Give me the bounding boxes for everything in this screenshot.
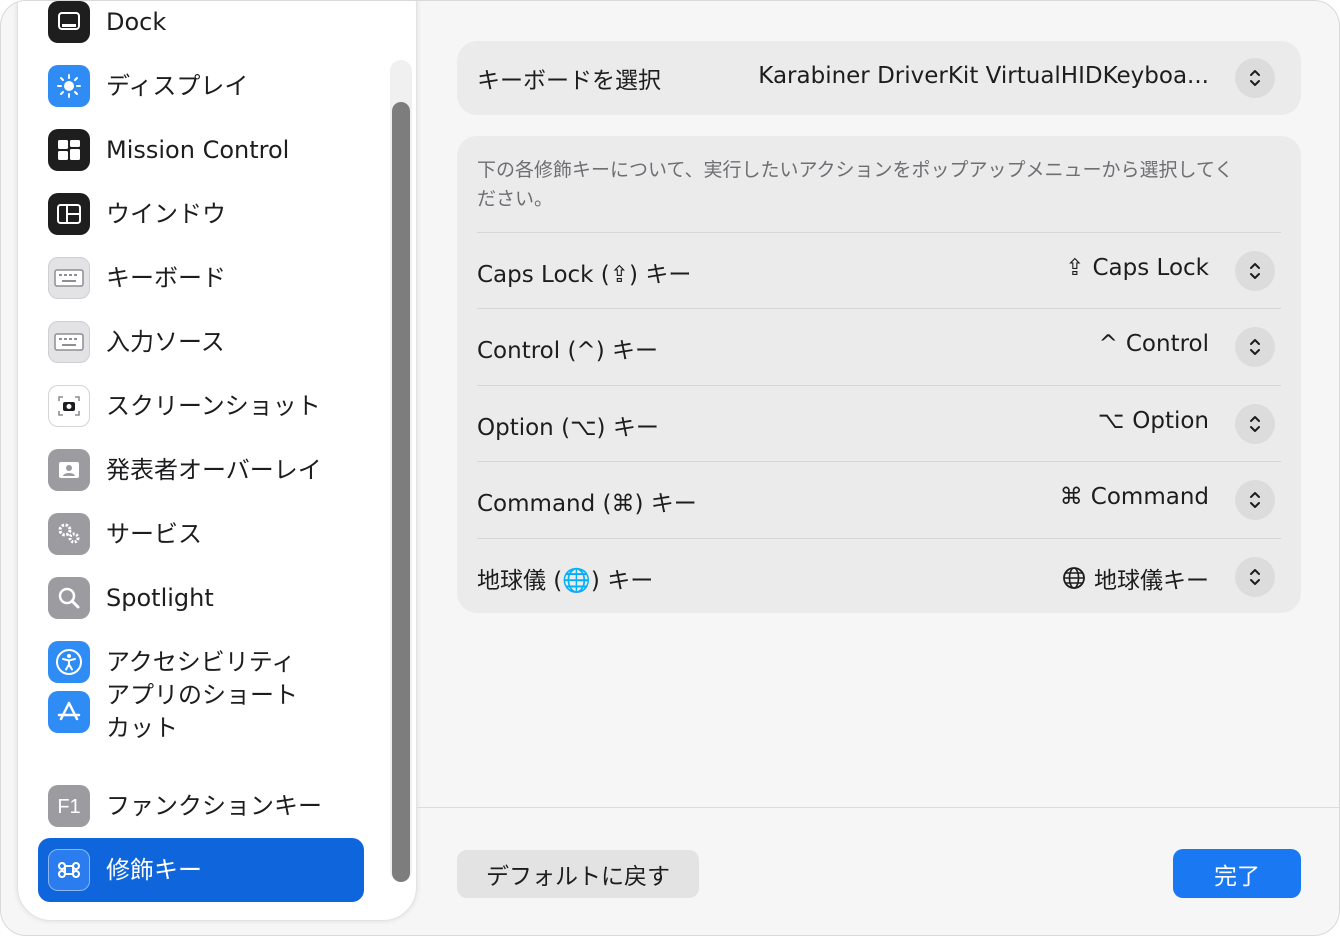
keyboard-select-card: キーボードを選択 Karabiner DriverKit VirtualHIDK…	[457, 41, 1301, 115]
modifier-popup-button[interactable]	[1235, 251, 1275, 291]
sidebar-item-label: 入力ソース	[106, 328, 225, 356]
modifier-row-label: Control (^) キー	[477, 338, 658, 364]
modifier-popup-button[interactable]	[1235, 327, 1275, 367]
keyboard-select-value[interactable]: Karabiner DriverKit VirtualHIDKeyboa...	[758, 63, 1209, 89]
modifier-row-label: Caps Lock (⇪) キー	[477, 262, 692, 288]
modifier-row-caps-lock: Caps Lock (⇪) キー ⇪ Caps Lock	[477, 232, 1281, 308]
sidebar-item-dock[interactable]: Dock	[38, 1, 364, 54]
sidebar-item-mission-control[interactable]: Mission Control	[38, 118, 364, 182]
control-key-icon: ^	[1098, 331, 1118, 357]
modifier-popup-button[interactable]	[1235, 404, 1275, 444]
sidebar-item-label: 修飾キー	[106, 856, 202, 884]
services-gear-icon	[48, 513, 90, 555]
modifier-popup-button[interactable]	[1235, 480, 1275, 520]
presenter-overlay-icon	[48, 449, 90, 491]
modifier-value-label: Control	[1125, 331, 1209, 357]
modifier-row-value[interactable]: ⌥ Option	[1098, 408, 1209, 434]
sidebar-item-label: スクリーンショット	[106, 392, 321, 420]
modifier-row-option: Option (⌥) キー ⌥ Option	[477, 385, 1281, 461]
modifier-description: 下の各修飾キーについて、実行したいアクションをポップアップメニューから選択してく…	[477, 159, 1234, 210]
app-store-icon	[48, 691, 90, 733]
display-brightness-icon	[48, 65, 90, 107]
sidebar-item-label: ディスプレイ	[106, 72, 249, 100]
modifier-row-value[interactable]: ⌘ Command	[1060, 484, 1209, 510]
sidebar-item-keyboard[interactable]: キーボード	[38, 246, 364, 310]
sidebar-item-function-keys[interactable]: F1 ファンクションキー	[38, 774, 364, 838]
screenshot-camera-icon	[48, 385, 90, 427]
sidebar-item-window[interactable]: ウインドウ	[38, 182, 364, 246]
modifier-value-label: Option	[1132, 408, 1209, 434]
chevron-up-down-icon	[1250, 416, 1260, 432]
mission-control-icon	[48, 129, 90, 171]
sidebar-item-label: Spotlight	[106, 584, 214, 612]
sidebar-item-label: ファンクションキー	[106, 792, 322, 820]
keyboard-select-label: キーボードを選択	[477, 68, 661, 94]
sidebar-scrollbar-thumb[interactable]	[392, 102, 410, 882]
sidebar-item-label: アプリのショートカット	[106, 681, 298, 742]
modifier-value-label: Caps Lock	[1092, 255, 1210, 281]
sidebar-item-presenter-overlay[interactable]: 発表者オーバーレイ	[38, 438, 364, 502]
modifier-value-label: Command	[1090, 484, 1209, 510]
modifier-row-label: Option (⌥) キー	[477, 415, 659, 441]
modifier-value-label: 地球儀キー	[1094, 568, 1209, 594]
sidebar-item-label: 発表者オーバーレイ	[106, 456, 322, 484]
svg-text:F1: F1	[57, 796, 80, 818]
globe-icon	[1062, 566, 1086, 590]
sidebar-item-label: サービス	[106, 520, 202, 548]
dock-icon	[48, 1, 90, 43]
modifier-row-value[interactable]: ⇪ Caps Lock	[1065, 255, 1209, 281]
modifier-row-value[interactable]: ^ Control	[1099, 331, 1209, 357]
sidebar-item-label: ウインドウ	[106, 200, 226, 228]
modifier-keys-card: 下の各修飾キーについて、実行したいアクションをポップアップメニューから選択してく…	[457, 136, 1301, 613]
modifier-keys-sheet: Dock ディスプレイ Mission Control ウインドウ キーボード …	[0, 0, 1340, 936]
sidebar: Dock ディスプレイ Mission Control ウインドウ キーボード …	[17, 1, 417, 921]
chevron-up-down-icon	[1250, 339, 1260, 355]
chevron-up-down-icon	[1250, 263, 1260, 279]
done-button[interactable]: 完了	[1173, 849, 1301, 898]
function-key-icon: F1	[48, 785, 90, 827]
sidebar-item-label: キーボード	[106, 264, 226, 292]
sidebar-item-modifier-keys[interactable]: 修飾キー	[38, 838, 364, 902]
restore-defaults-button[interactable]: デフォルトに戻す	[457, 850, 699, 898]
sidebar-item-app-shortcuts[interactable]: アプリのショートカット	[38, 672, 364, 752]
input-sources-icon	[48, 321, 90, 363]
window-icon	[48, 193, 90, 235]
modifier-row-value[interactable]: 地球儀キー	[1062, 561, 1209, 595]
modifier-row-control: Control (^) キー ^ Control	[477, 308, 1281, 384]
chevron-up-down-icon	[1250, 70, 1260, 86]
modifier-popup-button[interactable]	[1235, 557, 1275, 597]
option-key-icon: ⌥	[1097, 408, 1125, 434]
footer-divider	[417, 807, 1339, 808]
sidebar-item-spotlight[interactable]: Spotlight	[38, 566, 364, 630]
sidebar-item-input-sources[interactable]: 入力ソース	[38, 310, 364, 374]
command-key-icon: ⌘	[1059, 484, 1083, 510]
modifier-row-globe: 地球儀 (🌐) キー 地球儀キー	[477, 538, 1281, 614]
modifier-row-label: Command (⌘) キー	[477, 491, 697, 517]
spotlight-magnifier-icon	[48, 577, 90, 619]
command-key-icon	[48, 849, 90, 891]
keyboard-icon	[48, 257, 90, 299]
caps-lock-icon: ⇪	[1065, 255, 1085, 281]
modifier-row-command: Command (⌘) キー ⌘ Command	[477, 461, 1281, 537]
sidebar-item-label: Mission Control	[106, 136, 290, 164]
chevron-up-down-icon	[1250, 492, 1260, 508]
keyboard-select-popup-button[interactable]	[1235, 58, 1275, 98]
modifier-row-label: 地球儀 (🌐) キー	[477, 568, 654, 594]
sidebar-item-label: Dock	[106, 8, 167, 36]
sidebar-item-services[interactable]: サービス	[38, 502, 364, 566]
sidebar-item-screenshot[interactable]: スクリーンショット	[38, 374, 364, 438]
chevron-up-down-icon	[1250, 569, 1260, 585]
sidebar-item-display[interactable]: ディスプレイ	[38, 54, 364, 118]
